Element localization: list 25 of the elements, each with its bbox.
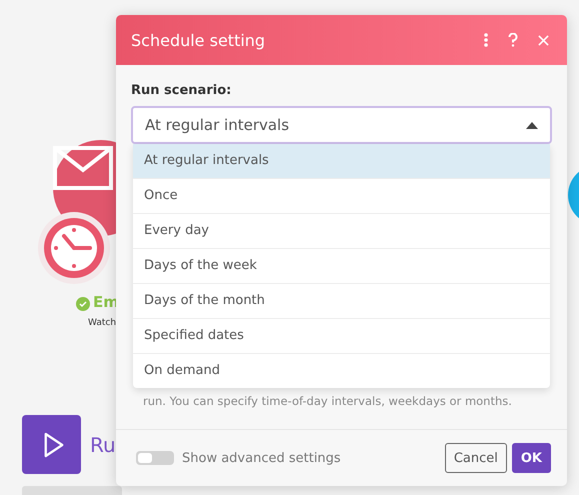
toggle-switch[interactable] — [136, 451, 174, 465]
play-icon — [42, 432, 64, 458]
dropdown-option[interactable]: Every day — [133, 213, 550, 248]
hint-text: run. You can specify time-of-day intervals, weekdays or months. — [143, 394, 513, 408]
dialog-title: Schedule setting — [131, 30, 266, 50]
more-icon[interactable] — [484, 33, 488, 47]
clock-icon — [36, 210, 112, 286]
dropdown-option[interactable]: Days of the month — [133, 283, 550, 318]
caret-icon — [526, 122, 538, 128]
dropdown-option[interactable]: Once — [133, 178, 550, 213]
run-button[interactable] — [22, 415, 81, 474]
dialog-button[interactable]: OK — [512, 443, 551, 473]
dropdown-option[interactable]: At regular intervals — [133, 144, 550, 178]
dialog-button[interactable]: Cancel — [444, 443, 507, 473]
schedule-select[interactable]: At regular intervals — [131, 106, 552, 144]
dropdown-option[interactable]: Specified dates — [133, 318, 550, 353]
dropdown-option[interactable]: Days of the week — [133, 248, 550, 283]
toggle-label: Show advanced settings — [182, 450, 342, 466]
run-label: Ru — [90, 433, 116, 457]
field-label: Run scenario: — [131, 83, 232, 98]
check-icon — [76, 297, 90, 311]
close-icon[interactable] — [538, 34, 549, 46]
module-subtitle: Watch — [88, 318, 116, 328]
help-icon[interactable] — [508, 33, 518, 47]
dropdown-option[interactable]: On demand — [133, 353, 550, 388]
